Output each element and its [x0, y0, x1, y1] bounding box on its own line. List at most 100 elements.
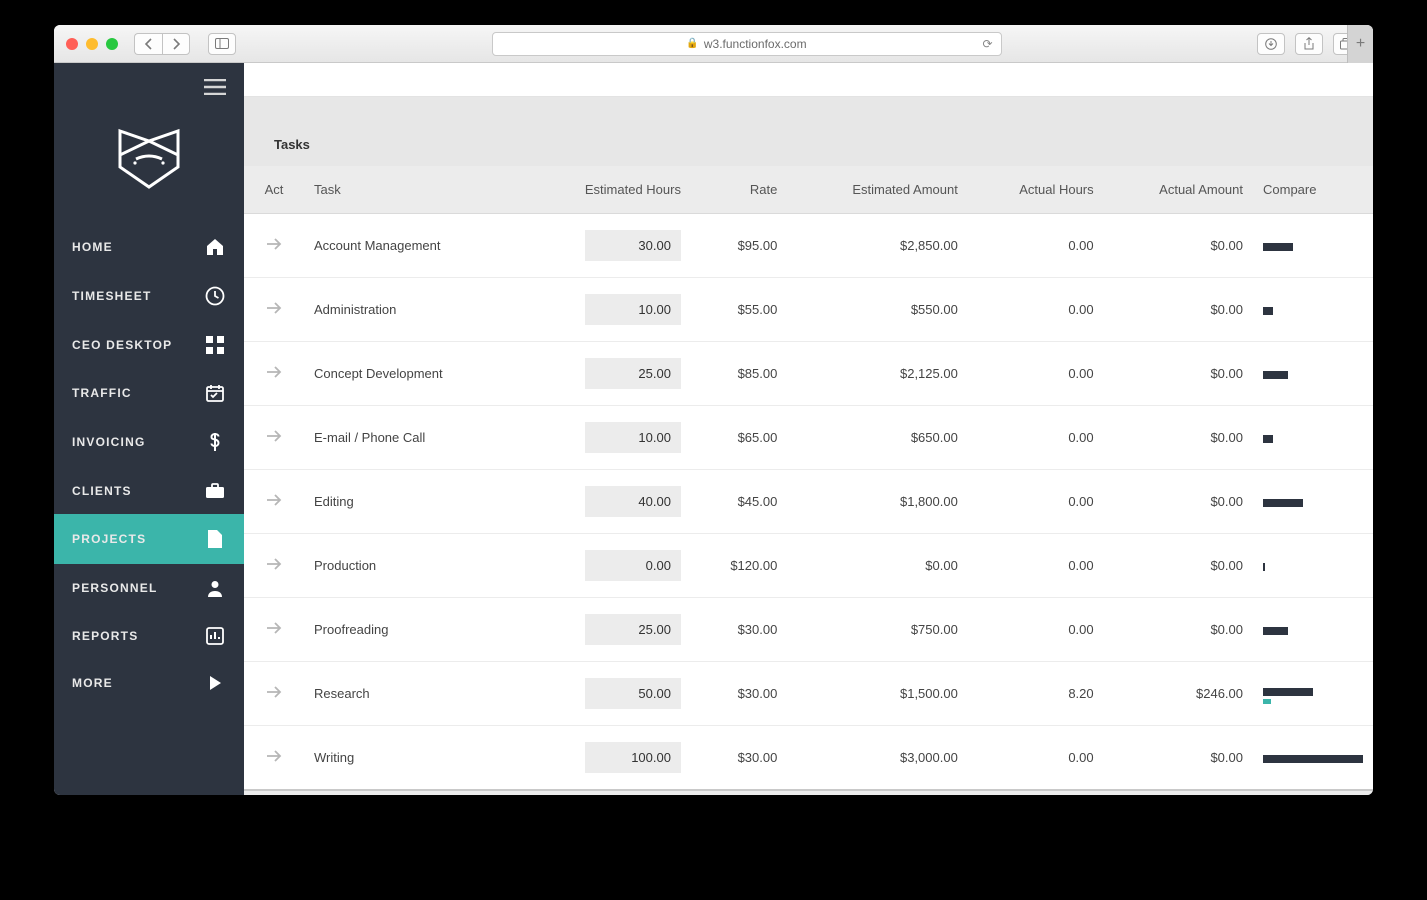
task-name: E-mail / Phone Call	[304, 406, 524, 470]
compare-cell	[1253, 406, 1373, 470]
row-action-icon[interactable]	[266, 686, 282, 701]
est-hours-input[interactable]	[585, 294, 681, 325]
row-action-icon[interactable]	[266, 750, 282, 765]
actual-hours-cell: 0.00	[968, 278, 1104, 342]
row-action-icon[interactable]	[266, 238, 282, 253]
sidebar-item-label: TIMESHEET	[72, 289, 204, 303]
task-name: Production	[304, 534, 524, 598]
est-amount-cell: $3,000.00	[787, 726, 968, 791]
file-icon	[204, 529, 226, 549]
briefcase-icon	[204, 482, 226, 499]
task-row: Editing$45.00$1,800.000.00$0.00	[244, 470, 1373, 534]
person-icon	[204, 579, 226, 597]
est-hours-input[interactable]	[585, 678, 681, 709]
sidebar-item-clients[interactable]: CLIENTS	[54, 467, 244, 514]
back-button[interactable]	[134, 33, 162, 55]
subtotal-row: Subtotal290.00$13,225.008.20$246.00	[244, 790, 1373, 795]
row-action-icon[interactable]	[266, 302, 282, 317]
nav-buttons	[134, 33, 190, 55]
download-icon	[1265, 38, 1277, 50]
play-icon	[204, 675, 226, 691]
actual-amount-cell: $0.00	[1104, 278, 1253, 342]
sidebar-item-label: INVOICING	[72, 435, 204, 449]
row-action-icon[interactable]	[266, 366, 282, 381]
actual-hours-cell: 0.00	[968, 406, 1104, 470]
actual-hours-cell: 0.00	[968, 726, 1104, 791]
new-tab-button[interactable]: +	[1347, 25, 1373, 63]
est-hours-input[interactable]	[585, 230, 681, 261]
chevron-left-icon	[144, 38, 153, 50]
est-hours-input[interactable]	[585, 358, 681, 389]
sidebar-item-reports[interactable]: REPORTS	[54, 612, 244, 660]
est-hours-input[interactable]	[585, 422, 681, 453]
tasks-panel: Tasks Act Task Estimated Hours Rate Esti…	[244, 119, 1373, 795]
compare-cell	[1253, 662, 1373, 726]
app-logo[interactable]	[54, 111, 244, 223]
actual-amount-cell: $0.00	[1104, 470, 1253, 534]
est-hours-input[interactable]	[585, 550, 681, 581]
rate-cell: $65.00	[691, 406, 787, 470]
toolbar-right	[1257, 33, 1361, 55]
col-rate: Rate	[691, 166, 787, 214]
address-bar[interactable]: 🔒 w3.functionfox.com ⟳	[492, 32, 1002, 56]
subtotal-actual-amount: $246.00	[1104, 790, 1253, 795]
sidebar-item-label: MORE	[72, 676, 204, 690]
task-row: Proofreading$30.00$750.000.00$0.00	[244, 598, 1373, 662]
est-amount-cell: $650.00	[787, 406, 968, 470]
row-action-icon[interactable]	[266, 430, 282, 445]
col-actual-hours: Actual Hours	[968, 166, 1104, 214]
sidebar-item-home[interactable]: HOME	[54, 223, 244, 271]
sidebar-item-projects[interactable]: PROJECTS	[54, 514, 244, 564]
chevron-right-icon	[172, 38, 181, 50]
task-row: E-mail / Phone Call$65.00$650.000.00$0.0…	[244, 406, 1373, 470]
maximize-window-button[interactable]	[106, 38, 118, 50]
est-amount-cell: $750.00	[787, 598, 968, 662]
share-button[interactable]	[1295, 33, 1323, 55]
est-hours-input[interactable]	[585, 614, 681, 645]
est-hours-input[interactable]	[585, 742, 681, 773]
task-name: Concept Development	[304, 342, 524, 406]
sidebar-item-ceo-desktop[interactable]: CEO DESKTOP	[54, 321, 244, 369]
tasks-header-row: Act Task Estimated Hours Rate Estimated …	[244, 166, 1373, 214]
clock-icon	[204, 286, 226, 306]
sidebar-item-traffic[interactable]: TRAFFIC	[54, 369, 244, 417]
grid-icon	[204, 336, 226, 354]
window-controls	[66, 38, 118, 50]
compare-cell	[1253, 278, 1373, 342]
compare-cell	[1253, 534, 1373, 598]
sidebar-toggle-button[interactable]	[208, 33, 236, 55]
row-action-icon[interactable]	[266, 622, 282, 637]
tasks-panel-title: Tasks	[244, 119, 1373, 166]
downloads-button[interactable]	[1257, 33, 1285, 55]
browser-window: 🔒 w3.functionfox.com ⟳ +	[54, 25, 1373, 795]
app-sidebar: HOME TIMESHEET CEO DESKTOP TRAFFIC INVOICING…	[54, 63, 244, 795]
sidebar-item-more[interactable]: MORE	[54, 660, 244, 706]
compare-cell	[1253, 470, 1373, 534]
forward-button[interactable]	[162, 33, 190, 55]
sidebar-item-timesheet[interactable]: TIMESHEET	[54, 271, 244, 321]
col-compare: Compare	[1253, 166, 1373, 214]
task-name: Research	[304, 662, 524, 726]
row-action-icon[interactable]	[266, 494, 282, 509]
actual-hours-cell: 0.00	[968, 342, 1104, 406]
sidebar-item-label: TRAFFIC	[72, 386, 204, 400]
subtotal-label: Subtotal	[244, 790, 524, 795]
est-hours-input[interactable]	[585, 486, 681, 517]
sidebar-item-personnel[interactable]: PERSONNEL	[54, 564, 244, 612]
task-name: Proofreading	[304, 598, 524, 662]
subtotal-est-amount: $13,225.00	[787, 790, 968, 795]
est-amount-cell: $0.00	[787, 534, 968, 598]
panel-icon	[215, 38, 229, 49]
top-strip	[244, 63, 1373, 97]
sidebar-item-invoicing[interactable]: INVOICING	[54, 417, 244, 467]
actual-amount-cell: $0.00	[1104, 598, 1253, 662]
row-action-icon[interactable]	[266, 558, 282, 573]
share-icon	[1303, 37, 1315, 51]
task-row: Production$120.00$0.000.00$0.00	[244, 534, 1373, 598]
close-window-button[interactable]	[66, 38, 78, 50]
menu-toggle[interactable]	[54, 63, 244, 111]
col-est-hours: Estimated Hours	[524, 166, 691, 214]
minimize-window-button[interactable]	[86, 38, 98, 50]
reload-icon[interactable]: ⟳	[982, 37, 992, 51]
task-row: Research$30.00$1,500.008.20$246.00	[244, 662, 1373, 726]
